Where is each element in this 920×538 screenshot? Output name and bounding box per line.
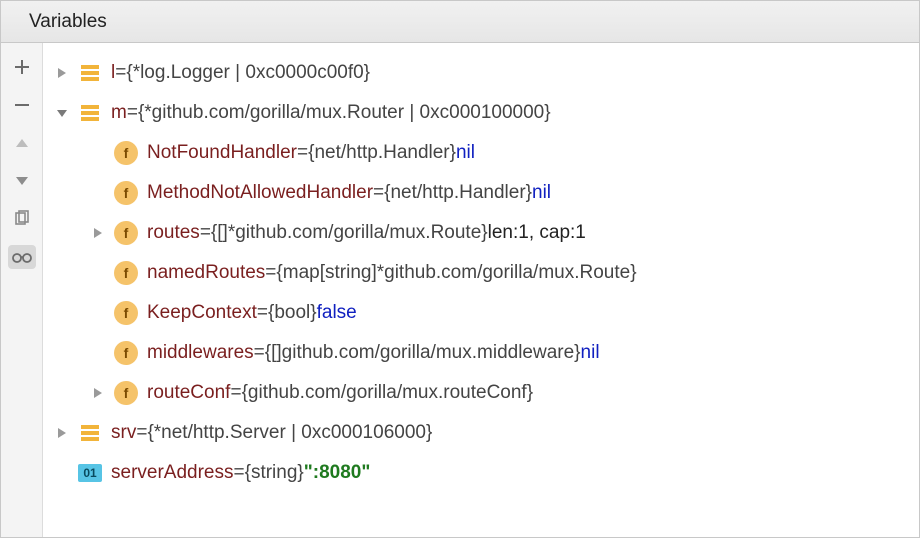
var-name: serverAddress (111, 462, 234, 484)
var-row-l[interactable]: l = {*log.Logger | 0xc0000c00f0} (51, 53, 919, 93)
expand-caret[interactable] (51, 62, 73, 84)
panel-header: Variables (1, 1, 919, 43)
var-eq: = (373, 182, 384, 204)
field-row-namedroutes[interactable]: f namedRoutes = {map[string]*github.com/… (51, 253, 919, 293)
move-down-button[interactable] (8, 169, 36, 193)
struct-icon (77, 420, 103, 446)
var-value: false (317, 302, 357, 324)
field-icon: f (113, 180, 139, 206)
field-icon: f (113, 260, 139, 286)
field-icon: f (113, 140, 139, 166)
chevron-right-icon (92, 387, 104, 399)
var-type: {net/http.Handler} (384, 182, 532, 204)
var-row-srv[interactable]: srv = {*net/http.Server | 0xc000106000} (51, 413, 919, 453)
var-name: routeConf (147, 382, 230, 404)
var-eq: = (257, 302, 268, 324)
field-icon: f (113, 220, 139, 246)
var-type: {[]*github.com/gorilla/mux.Route} (211, 222, 488, 244)
field-row-middlewares[interactable]: f middlewares = {[]github.com/gorilla/mu… (51, 333, 919, 373)
var-row-serveraddress[interactable]: 01 serverAddress = {string} ":8080" (51, 453, 919, 493)
var-row-m[interactable]: m = {*github.com/gorilla/mux.Router | 0x… (51, 93, 919, 133)
var-eq: = (115, 62, 126, 84)
copy-icon (13, 210, 31, 228)
var-name: m (111, 102, 127, 124)
glasses-icon (11, 250, 33, 264)
field-icon: f (113, 300, 139, 326)
field-row-keepcontext[interactable]: f KeepContext = {bool} false (51, 293, 919, 333)
var-eq: = (200, 222, 211, 244)
var-name: srv (111, 422, 136, 444)
var-type: {string} (245, 462, 304, 484)
var-name: namedRoutes (147, 262, 265, 284)
gutter (1, 43, 43, 537)
copy-button[interactable] (8, 207, 36, 231)
var-type: {map[string]*github.com/gorilla/mux.Rout… (276, 262, 636, 284)
expand-caret[interactable] (87, 222, 109, 244)
var-value: nil (456, 142, 475, 164)
expand-caret[interactable] (51, 422, 73, 444)
field-icon: f (113, 380, 139, 406)
arrow-down-icon (14, 175, 30, 187)
move-up-button[interactable] (8, 131, 36, 155)
var-value: ":8080" (304, 462, 371, 484)
var-eq: = (234, 462, 245, 484)
var-type: {*log.Logger | 0xc0000c00f0} (126, 62, 370, 84)
struct-icon (77, 60, 103, 86)
chevron-right-icon (92, 227, 104, 239)
chevron-right-icon (56, 67, 68, 79)
var-name: routes (147, 222, 200, 244)
panel-body: l = {*log.Logger | 0xc0000c00f0} m = {*g… (1, 43, 919, 537)
var-name: NotFoundHandler (147, 142, 297, 164)
var-eq: = (230, 382, 241, 404)
var-type: {github.com/gorilla/mux.routeConf} (242, 382, 534, 404)
var-eq: = (265, 262, 276, 284)
var-meta: len:1, cap:1 (488, 222, 586, 244)
string-icon: 01 (77, 460, 103, 486)
var-eq: = (127, 102, 138, 124)
field-row-methodnotallowed[interactable]: f MethodNotAllowedHandler = {net/http.Ha… (51, 173, 919, 213)
minus-icon (13, 96, 31, 114)
var-value: nil (581, 342, 600, 364)
add-watch-button[interactable] (8, 55, 36, 79)
remove-watch-button[interactable] (8, 93, 36, 117)
show-watches-button[interactable] (8, 245, 36, 269)
plus-icon (13, 58, 31, 76)
field-row-notfoundhandler[interactable]: f NotFoundHandler = {net/http.Handler} n… (51, 133, 919, 173)
var-value: nil (532, 182, 551, 204)
chevron-down-icon (56, 107, 68, 119)
arrow-up-icon (14, 137, 30, 149)
var-eq: = (297, 142, 308, 164)
variables-panel: Variables (0, 0, 920, 538)
field-row-routes[interactable]: f routes = {[]*github.com/gorilla/mux.Ro… (51, 213, 919, 253)
field-row-routeconf[interactable]: f routeConf = {github.com/gorilla/mux.ro… (51, 373, 919, 413)
var-eq: = (254, 342, 265, 364)
collapse-caret[interactable] (51, 102, 73, 124)
var-type: {bool} (268, 302, 317, 324)
panel-title: Variables (29, 11, 107, 33)
variables-tree[interactable]: l = {*log.Logger | 0xc0000c00f0} m = {*g… (43, 43, 919, 537)
var-name: KeepContext (147, 302, 257, 324)
struct-icon (77, 100, 103, 126)
var-name: middlewares (147, 342, 254, 364)
var-type: {*github.com/gorilla/mux.Router | 0xc000… (138, 102, 551, 124)
expand-caret[interactable] (87, 382, 109, 404)
chevron-right-icon (56, 427, 68, 439)
var-name: MethodNotAllowedHandler (147, 182, 373, 204)
field-icon: f (113, 340, 139, 366)
var-eq: = (136, 422, 147, 444)
var-type: {[]github.com/gorilla/mux.middleware} (265, 342, 581, 364)
var-type: {*net/http.Server | 0xc000106000} (147, 422, 432, 444)
var-type: {net/http.Handler} (308, 142, 456, 164)
